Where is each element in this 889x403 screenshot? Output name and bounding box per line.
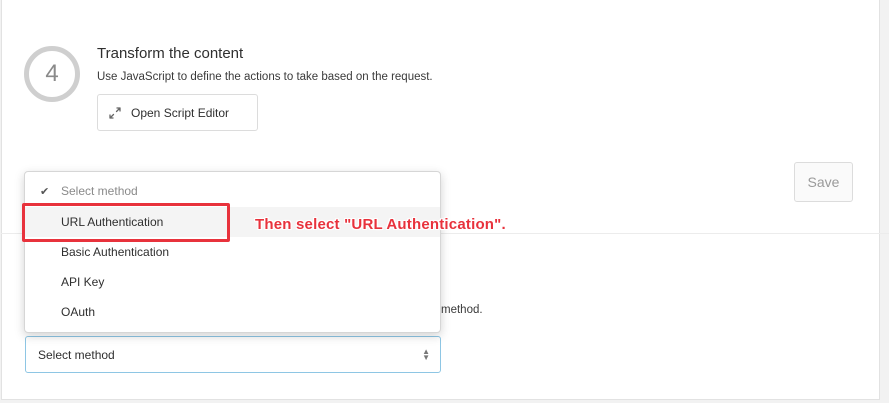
dropdown-option-basic-authentication[interactable]: Basic Authentication: [25, 237, 440, 267]
method-select-value: Select method: [38, 347, 115, 362]
checkmark-icon: ✔: [40, 185, 50, 198]
method-select[interactable]: Select method ▲ ▼: [25, 336, 441, 373]
dropdown-option-select-method[interactable]: ✔ Select method: [25, 176, 440, 206]
open-script-editor-button[interactable]: Open Script Editor: [97, 94, 258, 131]
expand-icon: [108, 106, 122, 120]
step-number-badge: 4: [24, 46, 80, 102]
save-button[interactable]: Save: [794, 162, 853, 202]
method-description-tail: method.: [441, 304, 483, 316]
method-dropdown-menu: ✔ Select method URL Authentication Basic…: [24, 171, 441, 333]
step-description: Use JavaScript to define the actions to …: [97, 71, 433, 83]
dropdown-option-api-key[interactable]: API Key: [25, 267, 440, 297]
select-arrows-icon: ▲ ▼: [422, 346, 430, 362]
dropdown-option-oauth[interactable]: OAuth: [25, 297, 440, 327]
annotation-callout: Then select "URL Authentication".: [255, 216, 506, 233]
step-title: Transform the content: [97, 45, 244, 62]
open-script-editor-label: Open Script Editor: [131, 105, 230, 120]
